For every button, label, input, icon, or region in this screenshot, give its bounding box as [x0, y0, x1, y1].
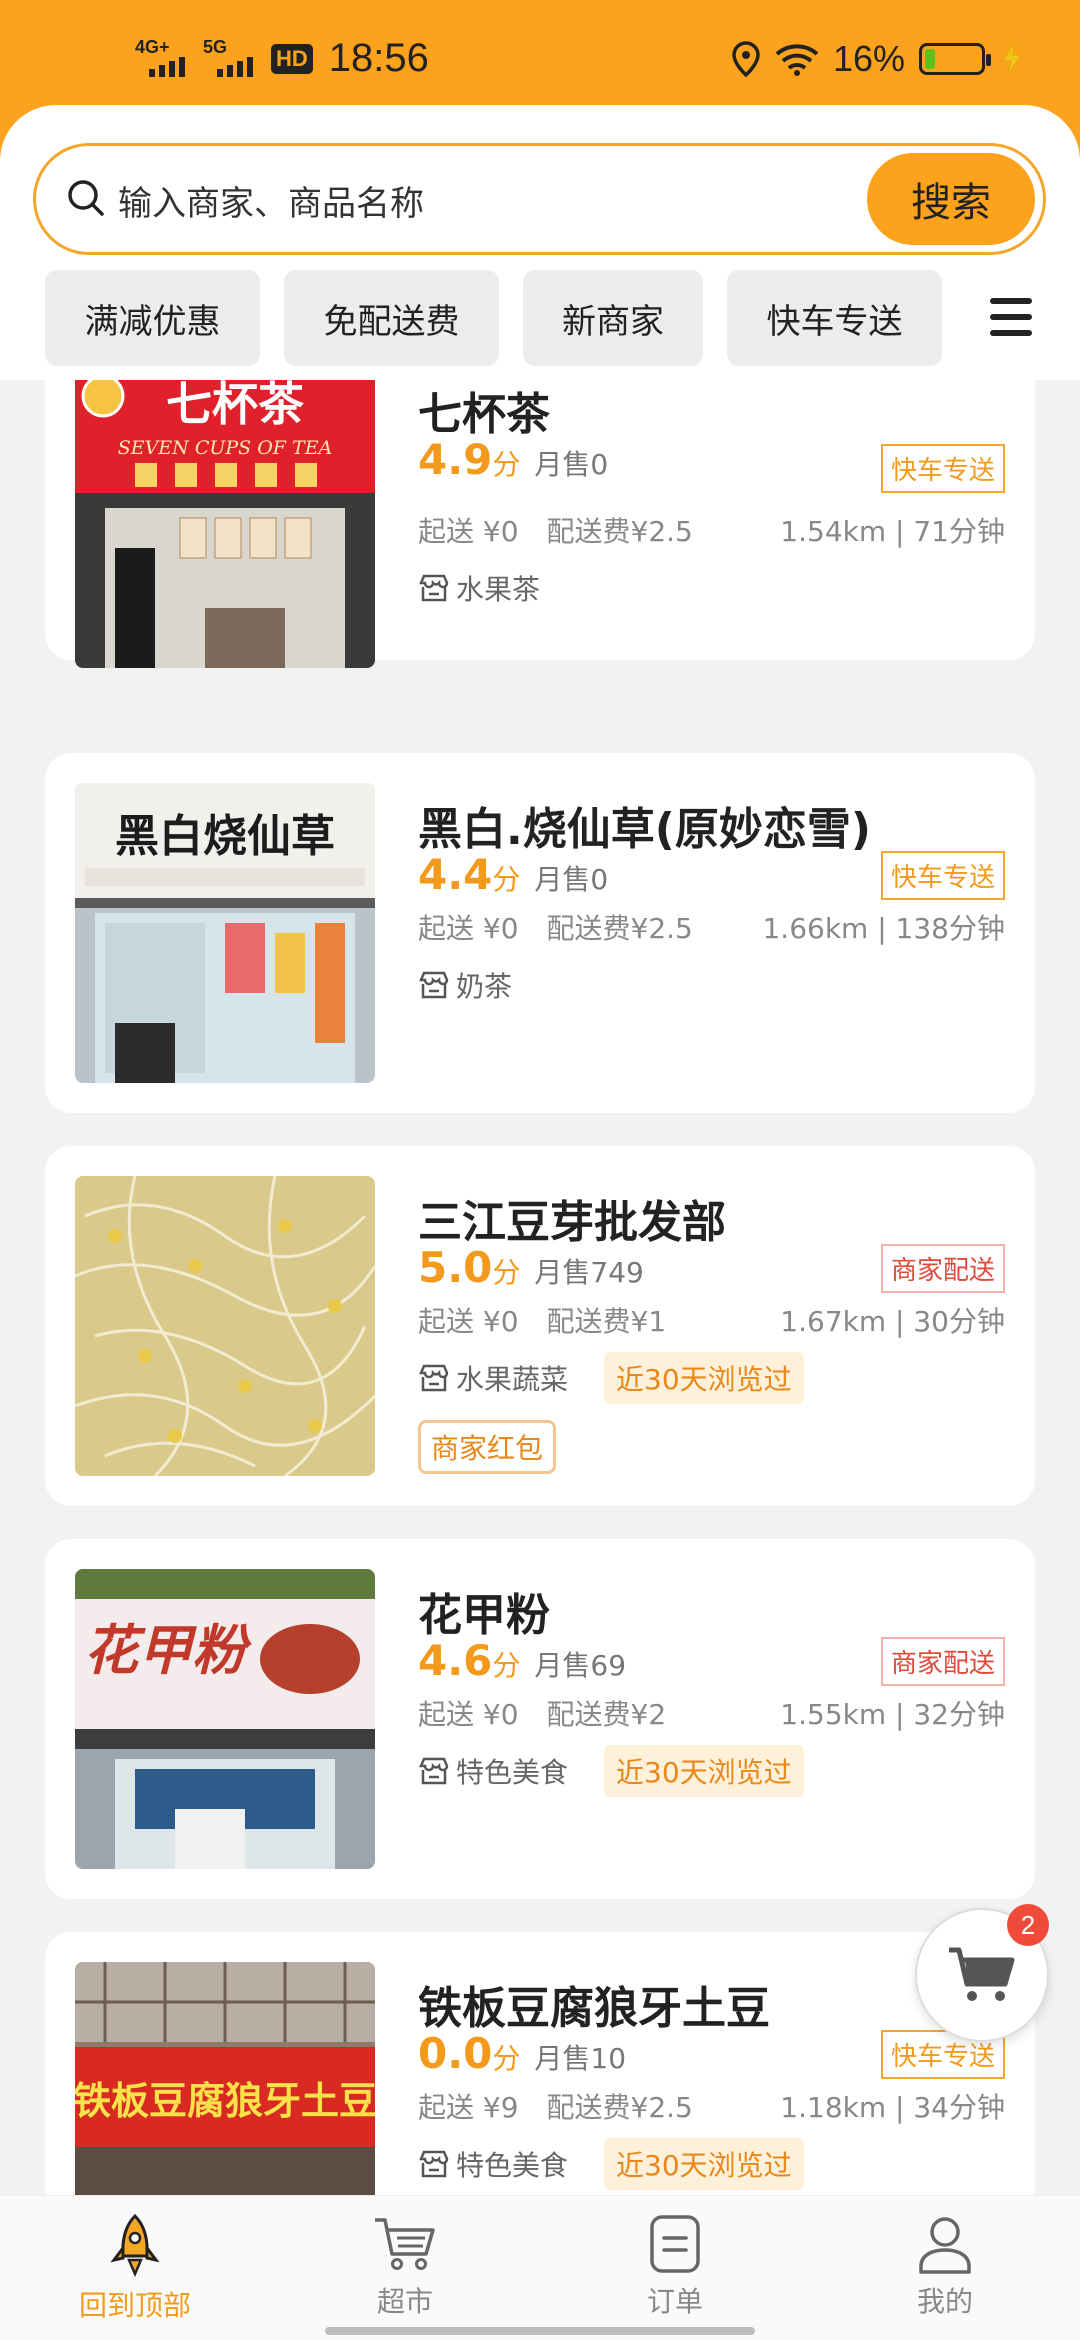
rocket-icon: [110, 2214, 160, 2278]
sign-subtext: SEVEN CUPS OF TEA: [118, 437, 333, 459]
home-indicator: [325, 2327, 755, 2335]
store-name[interactable]: 铁板豆腐狼牙土豆: [418, 1972, 770, 2036]
store-card[interactable]: 花甲粉 花甲粉 4.6分 月售69 商家配送 起送 ¥0 配送费¥2 1.55km |…: [45, 1539, 1035, 1899]
store-card[interactable]: 七杯茶 SEVEN CUPS OF TEA 七杯茶 4.9分 月售0 快车专送 起…: [45, 380, 1035, 668]
shop-icon: [419, 971, 449, 999]
store-rating: 4.6分 月售69: [418, 1636, 627, 1685]
sign-text: 黑白烧仙草: [115, 811, 335, 862]
cart-count-badge: 2: [1007, 1904, 1049, 1946]
promo-tag: 商家红包: [418, 1420, 557, 1474]
store-card[interactable]: 铁板豆腐狼牙土豆 铁板豆腐狼牙土豆 0.0分 月售10 快车专送 起送 ¥9 配送费…: [45, 1932, 1035, 2195]
monthly-sales: 月售69: [534, 1649, 627, 1682]
store-list: 七杯茶 SEVEN CUPS OF TEA 七杯茶 4.9分 月售0 快车专送 起…: [0, 380, 1080, 2195]
user-icon: [919, 2217, 971, 2274]
network-type-label-2: 5G: [203, 36, 228, 57]
store-name[interactable]: 花甲粉: [418, 1579, 550, 1643]
store-category: 水果茶: [418, 568, 540, 608]
store-name[interactable]: 黑白.烧仙草(原妙恋雪): [418, 793, 871, 857]
signal-icon-2: 5G: [203, 36, 261, 79]
search-bar[interactable]: 输入商家、商品名称 搜索: [33, 143, 1046, 255]
store-card[interactable]: 三江豆芽批发部 5.0分 月售749 商家配送 起送 ¥0 配送费¥1 1.67km …: [45, 1146, 1035, 1506]
hd-icon: HD: [271, 43, 313, 74]
recent-view-tag: 近30天浏览过: [604, 1352, 804, 1404]
store-card[interactable]: 黑白烧仙草 黑白.烧仙草(原妙恋雪) 4.4分 月售0 快车专送 起送 ¥0 配送费…: [45, 753, 1035, 1113]
monthly-sales: 月售0: [534, 863, 609, 896]
store-name[interactable]: 三江豆芽批发部: [418, 1186, 726, 1250]
filter-free-delivery[interactable]: 免配送费: [284, 270, 499, 366]
monthly-sales: 月售0: [534, 448, 609, 481]
delivery-tag: 快车专送: [880, 851, 1005, 900]
store-category: 特色美食 近30天浏览过: [418, 1745, 804, 1797]
cart-icon: [375, 2218, 435, 2270]
store-image: 黑白烧仙草: [75, 783, 375, 1083]
location-icon: [732, 41, 760, 77]
store-image: [75, 1176, 375, 1476]
shop-icon: [419, 574, 449, 602]
wifi-icon: [775, 44, 819, 76]
store-rating: 4.4分 月售0: [418, 850, 609, 899]
clock: 18:56: [328, 36, 429, 80]
store-meta: 起送 ¥9 配送费¥2.5 1.18km | 34分钟: [418, 2091, 1005, 2124]
monthly-sales: 月售749: [534, 1256, 644, 1289]
signal-icon: 4G+: [135, 36, 193, 79]
cart-icon: [949, 1947, 1015, 2001]
nav-profile[interactable]: 我的: [855, 2214, 1035, 2320]
bottom-nav: 回到顶部 超市 订单 我的: [0, 2195, 1080, 2340]
delivery-tag: 商家配送: [880, 1637, 1005, 1686]
shop-icon: [419, 2150, 449, 2178]
store-meta: 起送 ¥0 配送费¥2.5 1.54km | 71分钟: [418, 515, 1005, 548]
battery-icon: [919, 43, 991, 75]
store-rating: 4.9分 月售0: [418, 435, 609, 484]
search-button[interactable]: 搜索: [867, 153, 1035, 245]
order-icon: [650, 2215, 700, 2273]
sign-text: 七杯茶: [166, 380, 305, 431]
store-category: 水果蔬菜 近30天浏览过: [418, 1352, 804, 1404]
filter-new-merchant[interactable]: 新商家: [523, 270, 703, 366]
delivery-tag: 快车专送: [880, 444, 1005, 493]
sign-text: 铁板豆腐狼牙土豆: [75, 2078, 375, 2123]
nav-orders[interactable]: 订单: [585, 2214, 765, 2320]
menu-icon[interactable]: [990, 296, 1032, 338]
nav-back-to-top[interactable]: 回到顶部: [45, 2214, 225, 2324]
store-name[interactable]: 七杯茶: [418, 380, 550, 442]
store-image: 花甲粉: [75, 1569, 375, 1869]
store-meta: 起送 ¥0 配送费¥2 1.55km | 32分钟: [418, 1698, 1005, 1731]
recent-view-tag: 近30天浏览过: [604, 1745, 804, 1797]
monthly-sales: 月售10: [534, 2042, 627, 2075]
store-meta: 起送 ¥0 配送费¥2.5 1.66km | 138分钟: [418, 912, 1005, 945]
filter-discount[interactable]: 满减优惠: [45, 270, 260, 366]
search-input[interactable]: 输入商家、商品名称: [118, 176, 424, 225]
store-image: 七杯茶 SEVEN CUPS OF TEA: [75, 380, 375, 668]
filter-bar: 满减优惠 免配送费 新商家 快车专送: [45, 270, 942, 366]
shop-icon: [419, 1364, 449, 1392]
store-category: 奶茶: [418, 965, 512, 1005]
nav-supermarket[interactable]: 超市: [315, 2214, 495, 2320]
store-image: 铁板豆腐狼牙土豆: [75, 1962, 375, 2195]
floating-cart-button[interactable]: 2: [915, 1904, 1049, 2042]
filter-express[interactable]: 快车专送: [727, 270, 942, 366]
recent-view-tag: 近30天浏览过: [604, 2138, 804, 2190]
status-bar: 4G+ 5G HD 18:56 16%: [0, 0, 1080, 110]
charging-icon: [1002, 42, 1022, 76]
store-rating: 5.0分 月售749: [418, 1243, 644, 1292]
store-meta: 起送 ¥0 配送费¥1 1.67km | 30分钟: [418, 1305, 1005, 1338]
search-icon: [68, 180, 104, 216]
shop-icon: [419, 1757, 449, 1785]
battery-percent: 16%: [832, 38, 905, 79]
store-rating: 0.0分 月售10: [418, 2029, 627, 2078]
sign-text: 花甲粉: [84, 1618, 252, 1682]
network-type-label: 4G+: [135, 36, 170, 57]
delivery-tag: 商家配送: [880, 1244, 1005, 1293]
store-category: 特色美食 近30天浏览过: [418, 2138, 804, 2190]
